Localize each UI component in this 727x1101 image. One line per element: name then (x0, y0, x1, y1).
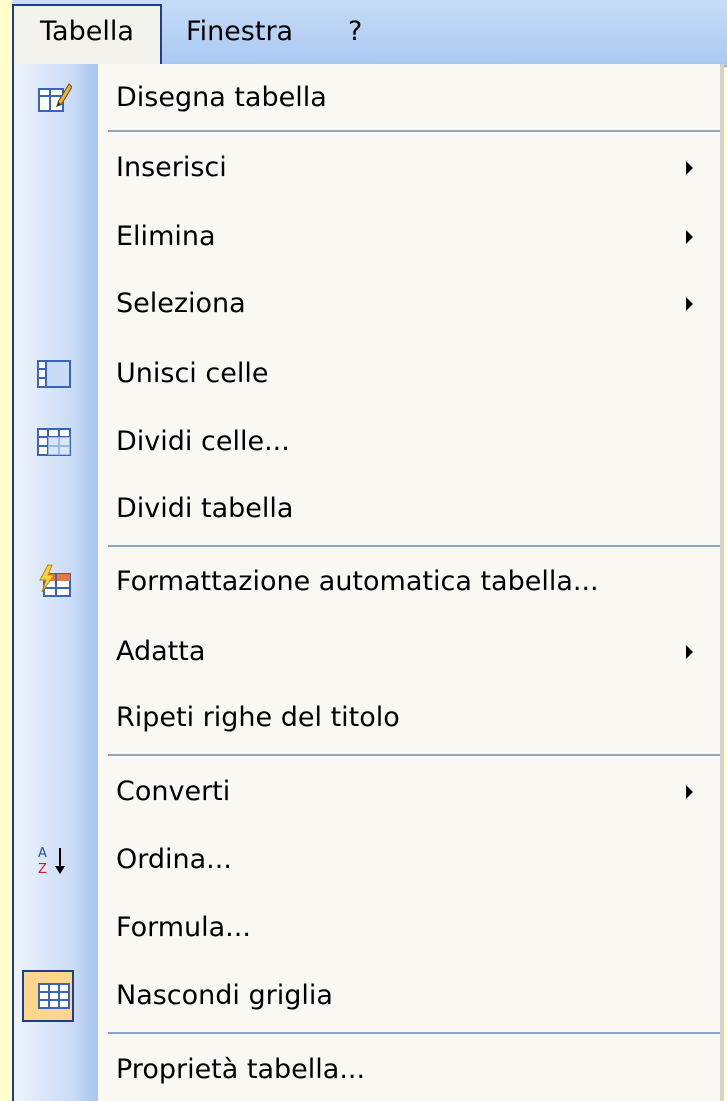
menu-separator (108, 754, 720, 756)
menu-item-label: Proprietà tabella... (116, 1054, 366, 1085)
menu-item-label: Ripeti righe del titolo (116, 702, 400, 733)
menu-item-proprieta-tabella[interactable]: Proprietà tabella... (14, 1040, 720, 1100)
menu-item-inserisci[interactable]: Inserisci (14, 138, 720, 198)
merge-cells-icon (36, 356, 72, 392)
menu-item-label: Dividi tabella (116, 493, 294, 524)
menu-item-label: Elimina (116, 221, 216, 252)
submenu-arrow-icon (686, 785, 693, 799)
sort-az-icon: A Z (36, 842, 72, 878)
menu-item-label: Dividi celle... (116, 426, 290, 457)
submenu-arrow-icon (686, 645, 693, 659)
menu-finestra[interactable]: Finestra (176, 14, 303, 50)
menu-item-formula[interactable]: Formula... (14, 898, 720, 958)
pencil-table-icon (36, 80, 73, 116)
menu-item-disegna-tabella[interactable]: Disegna tabella (14, 68, 720, 128)
submenu-arrow-icon (686, 161, 693, 175)
menu-separator (108, 1032, 720, 1034)
menu-item-formattazione-automatica[interactable]: Formattazione automatica tabella... (14, 552, 720, 612)
menu-item-unisci-celle[interactable]: Unisci celle (14, 344, 720, 404)
menu-item-dividi-tabella[interactable]: Dividi tabella (14, 479, 720, 539)
menu-item-label: Ordina... (116, 844, 232, 875)
hide-grid-icon (36, 978, 72, 1014)
menu-separator (108, 130, 720, 132)
submenu-arrow-icon (686, 297, 693, 311)
menu-item-dividi-celle[interactable]: Dividi celle... (14, 412, 720, 472)
autoformat-table-icon (36, 564, 72, 600)
menu-right-shadow (720, 64, 724, 1101)
menu-item-adatta[interactable]: Adatta (14, 622, 720, 682)
menu-item-label: Inserisci (116, 152, 227, 183)
menu-item-label: Formula... (116, 912, 251, 943)
menu-tabella[interactable]: Tabella (30, 14, 144, 50)
menu-item-label: Seleziona (116, 288, 246, 319)
menu-item-seleziona[interactable]: Seleziona (14, 274, 720, 334)
menu-item-label: Disegna tabella (116, 82, 327, 113)
menu-item-ripeti-righe-titolo[interactable]: Ripeti righe del titolo (14, 688, 720, 748)
menu-item-label: Formattazione automatica tabella... (116, 566, 599, 597)
menu-help[interactable]: ? (338, 14, 372, 50)
menu-item-label: Unisci celle (116, 358, 269, 389)
svg-text:A: A (38, 846, 47, 861)
menu-separator (108, 545, 720, 547)
menu-item-elimina[interactable]: Elimina (14, 207, 720, 267)
menu-item-label: Adatta (116, 636, 206, 667)
split-cells-icon (36, 424, 72, 460)
menu-item-converti[interactable]: Converti (14, 762, 720, 822)
svg-text:Z: Z (38, 862, 47, 877)
menu-item-label: Converti (116, 776, 231, 807)
tabella-dropdown-menu: Disegna tabella Inserisci Elimina Selezi… (12, 64, 724, 1101)
submenu-arrow-icon (686, 230, 693, 244)
window-left-edge (0, 0, 12, 1101)
menu-item-ordina[interactable]: A Z Ordina... (14, 830, 720, 890)
menu-item-nascondi-griglia[interactable]: Nascondi griglia (14, 966, 720, 1026)
menu-item-label: Nascondi griglia (116, 980, 333, 1011)
